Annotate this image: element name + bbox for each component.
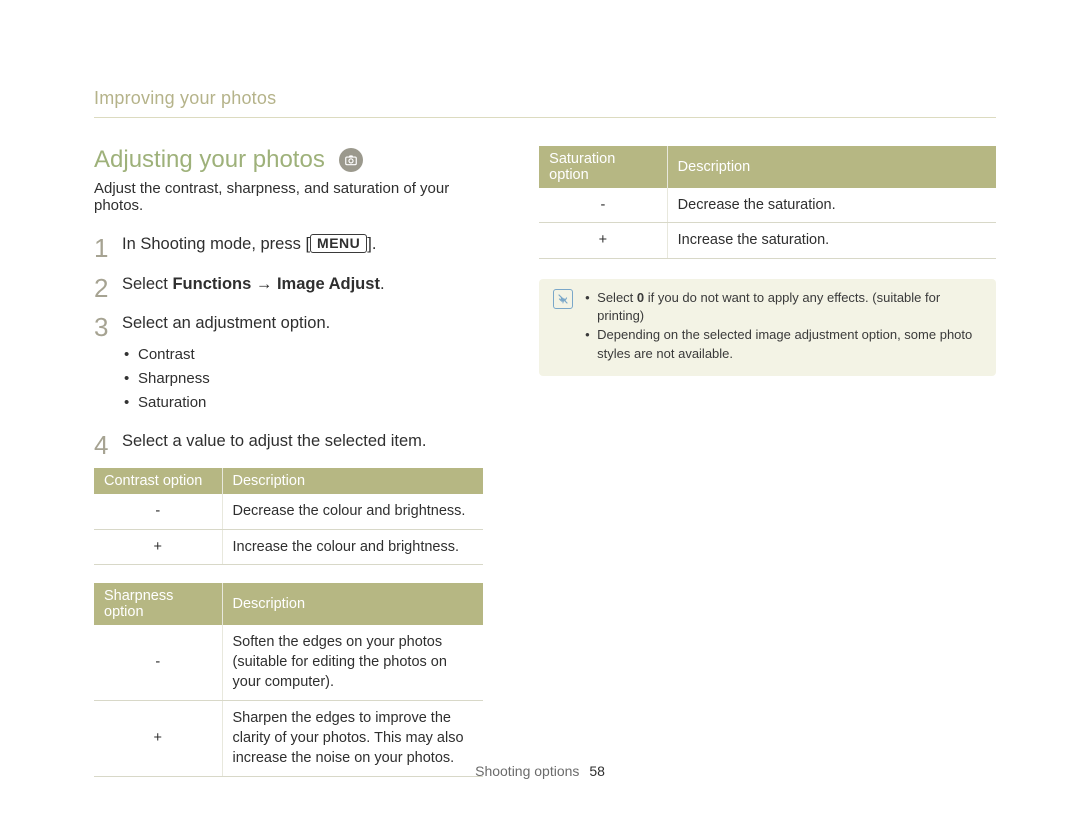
step-1-text-pre: In Shooting mode, press [ — [122, 235, 310, 253]
list-item: Select 0 if you do not want to apply any… — [585, 289, 982, 327]
note-box: Select 0 if you do not want to apply any… — [539, 279, 996, 376]
camera-mode-icon — [339, 148, 363, 172]
table-header: Contrast option — [94, 468, 222, 494]
step-1-text-post: ]. — [367, 235, 376, 253]
step-2: Select Functions → Image Adjust. — [94, 272, 483, 298]
step-1: In Shooting mode, press [MENU]. — [94, 232, 483, 258]
note-text: Depending on the selected image adjustme… — [597, 327, 972, 361]
step-4-text: Select a value to adjust the selected it… — [122, 432, 427, 450]
list-item: Saturation — [124, 391, 483, 415]
note-text-post: if you do not want to apply any effects.… — [597, 290, 940, 324]
table-header: Sharpness option — [94, 583, 222, 625]
sharpness-table: Sharpness option Description - Soften th… — [94, 583, 483, 777]
cell-description: Decrease the saturation. — [667, 188, 996, 223]
saturation-table: Saturation option Description - Decrease… — [539, 146, 996, 259]
menu-button-badge: MENU — [310, 234, 367, 253]
list-item: Sharpness — [124, 367, 483, 391]
table-header: Description — [667, 146, 996, 188]
step-2-bold: Functions → Image Adjust — [172, 275, 379, 293]
list-item: Contrast — [124, 343, 483, 367]
cell-option: - — [539, 188, 667, 223]
page-footer: Shooting options 58 — [0, 763, 1080, 779]
cell-description: Increase the colour and brightness. — [222, 529, 483, 564]
cell-option: + — [539, 223, 667, 258]
table-header: Description — [222, 583, 483, 625]
step-2-text-post: . — [380, 275, 385, 293]
cell-option: + — [94, 529, 222, 564]
footer-label: Shooting options — [475, 763, 579, 779]
table-row: - Decrease the colour and brightness. — [94, 494, 483, 529]
table-row: + Increase the saturation. — [539, 223, 996, 258]
step-4: Select a value to adjust the selected it… — [94, 429, 483, 455]
table-row: - Soften the edges on your photos (suita… — [94, 625, 483, 700]
info-icon — [553, 289, 573, 309]
table-header: Saturation option — [539, 146, 667, 188]
step-2-text-pre: Select — [122, 275, 172, 293]
cell-description: Soften the edges on your photos (suitabl… — [222, 625, 483, 700]
step-3-sublist: Contrast Sharpness Saturation — [124, 343, 483, 415]
cell-description: Increase the saturation. — [667, 223, 996, 258]
breadcrumb: Improving your photos — [94, 88, 996, 118]
table-header: Description — [222, 468, 483, 494]
section-title: Adjusting your photos — [94, 146, 483, 174]
note-list: Select 0 if you do not want to apply any… — [585, 289, 982, 364]
section-title-text: Adjusting your photos — [94, 146, 325, 174]
step-3: Select an adjustment option. Contrast Sh… — [94, 311, 483, 415]
contrast-table: Contrast option Description - Decrease t… — [94, 468, 483, 565]
cell-description: Decrease the colour and brightness. — [222, 494, 483, 529]
steps-list: In Shooting mode, press [MENU]. Select F… — [94, 232, 483, 454]
list-item: Depending on the selected image adjustme… — [585, 326, 982, 364]
step-3-text: Select an adjustment option. — [122, 314, 330, 332]
cell-option: - — [94, 494, 222, 529]
page-number: 58 — [589, 763, 605, 779]
section-intro: Adjust the contrast, sharpness, and satu… — [94, 180, 483, 214]
table-row: + Increase the colour and brightness. — [94, 529, 483, 564]
cell-option: - — [94, 625, 222, 700]
table-row: - Decrease the saturation. — [539, 188, 996, 223]
note-text-pre: Select — [597, 290, 637, 305]
